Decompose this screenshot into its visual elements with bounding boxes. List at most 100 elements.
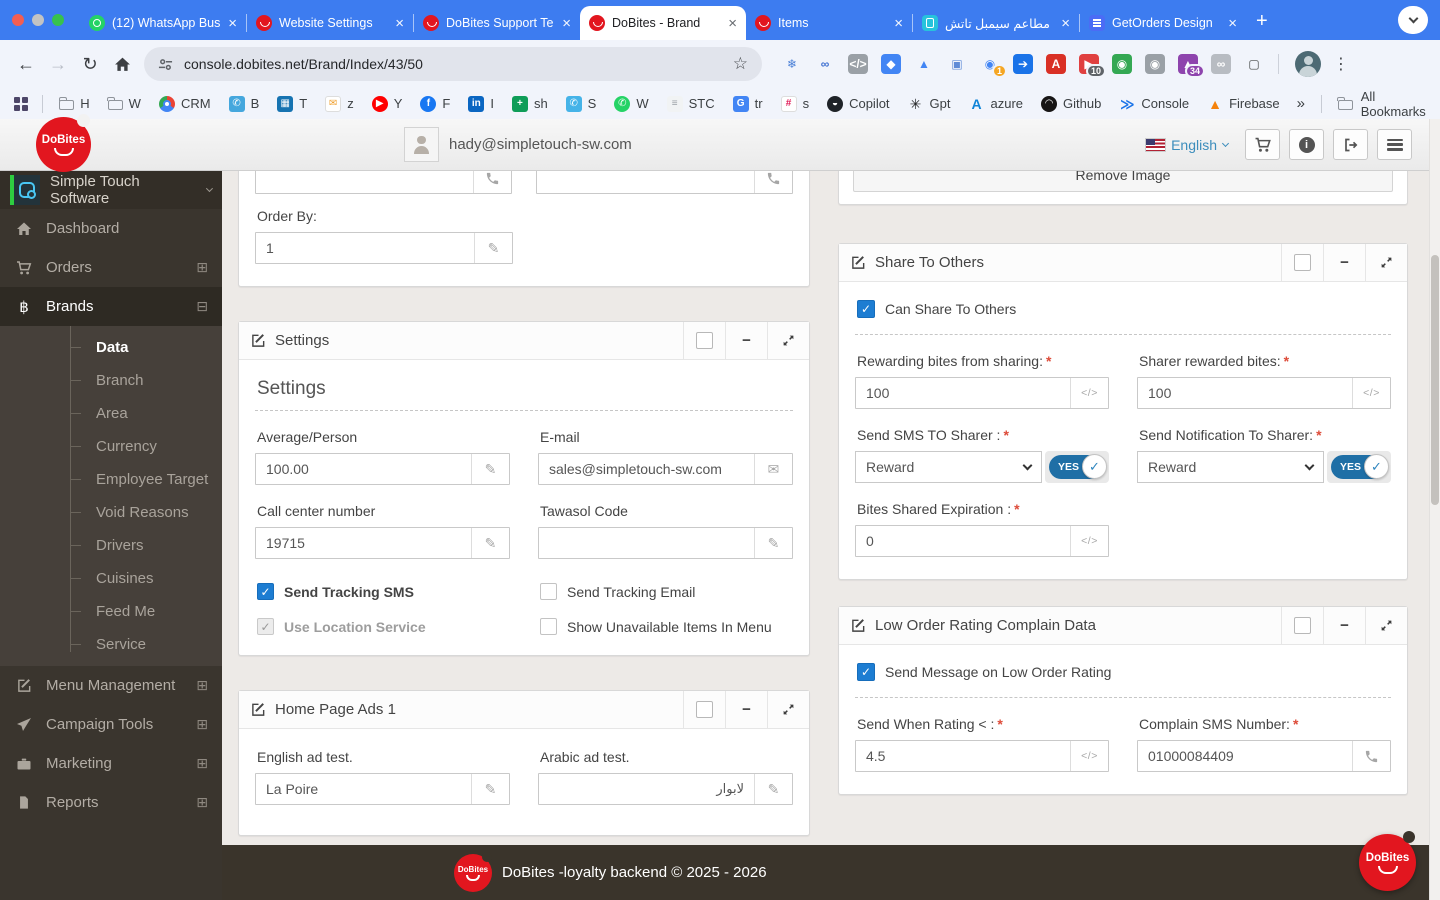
page-scrollbar[interactable] [1429, 119, 1440, 900]
bookmark-h[interactable]: H [50, 96, 98, 111]
bookmark-sh[interactable]: + sh [503, 95, 557, 112]
close-tab-icon[interactable]: × [395, 15, 404, 32]
sidebar-item-branch[interactable]: Branch [0, 364, 222, 397]
english-ad-input[interactable] [256, 774, 471, 804]
close-tab-icon[interactable]: × [894, 15, 903, 32]
code-extension-icon[interactable]: </> [848, 54, 868, 74]
logout-button[interactable] [1333, 129, 1368, 160]
panel-expand-button[interactable] [767, 322, 809, 359]
sidebar-item-cuisines[interactable]: Cuisines [0, 562, 222, 595]
close-tab-icon[interactable]: × [728, 15, 737, 32]
expand-plus-icon[interactable]: ⊞ [196, 259, 208, 276]
panel-checkbox[interactable] [1294, 254, 1311, 271]
bookmark-star-icon[interactable]: ☆ [733, 54, 748, 74]
window-close-button[interactable] [12, 14, 24, 26]
sidebar-item-orders[interactable]: Orders ⊞ [0, 248, 222, 287]
tab-dobites-support-te[interactable]: DoBites Support Te × [414, 6, 580, 40]
panel-select-tool[interactable] [1281, 607, 1323, 644]
panel-expand-button[interactable] [1365, 244, 1407, 281]
browser-menu-button[interactable]: ⋮ [1333, 54, 1349, 74]
bites-expiration-input[interactable] [856, 526, 1070, 556]
tab-12-whatsapp-bus[interactable]: (12) WhatsApp Bus × [80, 6, 246, 40]
bookmark-s[interactable]: # s [772, 95, 819, 112]
apps-grid-icon[interactable] [14, 96, 28, 111]
can-share-checkbox[interactable] [857, 300, 875, 318]
image-extension-icon[interactable]: ▣ [947, 54, 967, 74]
user-avatar-icon[interactable] [404, 127, 439, 162]
tab-dobites-brand[interactable]: DoBites - Brand × [580, 6, 746, 40]
tag-extension-icon[interactable]: ◆ [881, 54, 901, 74]
sidebar-item-reports[interactable]: Reports ⊞ [0, 783, 222, 822]
tab-search-button[interactable] [1398, 6, 1428, 34]
share-extension-icon[interactable]: ➔ [1013, 54, 1033, 74]
bookmark-github[interactable]: ◠ Github [1032, 95, 1110, 112]
video-extension-icon[interactable]: ▶10 [1079, 54, 1106, 78]
expand-plus-icon[interactable]: ⊞ [196, 716, 208, 733]
send-tracking-sms-checkbox[interactable] [257, 583, 274, 600]
bookmark-z[interactable]: ✉ z [316, 95, 363, 112]
new-tab-button[interactable]: + [1256, 10, 1268, 33]
bookmark-s[interactable]: ✆ S [557, 95, 606, 112]
rewarding-bites-input[interactable] [856, 378, 1070, 408]
panel-select-tool[interactable] [1281, 244, 1323, 281]
call-center-input[interactable] [256, 528, 471, 558]
phone-input-1[interactable] [256, 171, 473, 193]
sidebar-item-marketing[interactable]: Marketing ⊞ [0, 744, 222, 783]
sidebar-item-employee-target[interactable]: Employee Target [0, 463, 222, 496]
sidebar-item-service[interactable]: Service [0, 628, 222, 661]
google-ads-extension-icon[interactable]: ▲ [914, 54, 934, 74]
bookmark-w[interactable]: ✆ W [605, 95, 657, 112]
sidebar-brand-selector[interactable]: Simple Touch Software [0, 171, 222, 209]
bookmarks-overflow-button[interactable]: » [1289, 95, 1313, 112]
language-selector[interactable]: English [1145, 137, 1230, 153]
bookmark-t[interactable]: ▦ T [268, 95, 316, 112]
sidebar-item-area[interactable]: Area [0, 397, 222, 430]
bookmark-firebase[interactable]: ▲ Firebase [1198, 96, 1289, 112]
panel-collapse-button[interactable]: − [1323, 607, 1365, 644]
expand-plus-icon[interactable]: ⊞ [196, 677, 208, 694]
close-tab-icon[interactable]: × [562, 15, 571, 32]
bookmark-b[interactable]: ✆ B [220, 95, 269, 112]
sidebar-item-currency[interactable]: Currency [0, 430, 222, 463]
sidebar-item-dashboard[interactable]: Dashboard [0, 209, 222, 248]
sidebar-item-data[interactable]: Data [0, 331, 222, 364]
panel-checkbox[interactable] [696, 332, 713, 349]
link-extension-icon[interactable]: ∞ [1211, 54, 1231, 74]
dobites-floating-logo[interactable]: DoBites [1359, 831, 1416, 891]
send-sms-sharer-toggle[interactable]: YES [1045, 451, 1109, 483]
panel-checkbox[interactable] [696, 701, 713, 718]
infinity-extension-icon[interactable]: ∞ [815, 54, 835, 74]
bookmark-copilot[interactable]: ◒ Copilot [818, 95, 898, 112]
scrollbar-thumb[interactable] [1431, 255, 1439, 505]
reload-button[interactable]: ↻ [74, 47, 106, 81]
sidebar-item-brands[interactable]: ฿ Brands ⊟ [0, 287, 222, 326]
hat-extension-icon[interactable]: ▲34 [1178, 54, 1205, 78]
cart-button[interactable] [1245, 129, 1280, 160]
panel-collapse-button[interactable]: − [1323, 244, 1365, 281]
average-person-input[interactable] [256, 454, 471, 484]
tab-items[interactable]: Items × [746, 6, 912, 40]
complain-sms-input[interactable] [1138, 741, 1352, 771]
window-zoom-button[interactable] [52, 14, 64, 26]
clipboard-extension-icon[interactable]: ▢ [1244, 54, 1264, 74]
bookmark-stc[interactable]: ≡ STC [658, 95, 724, 112]
expand-plus-icon[interactable]: ⊞ [196, 755, 208, 772]
panel-collapse-button[interactable]: − [725, 322, 767, 359]
send-tracking-email-checkbox[interactable] [540, 583, 557, 600]
collapse-minus-icon[interactable]: ⊟ [196, 298, 208, 315]
close-tab-icon[interactable]: × [1228, 15, 1237, 32]
address-bar[interactable]: console.dobites.net/Brand/Index/43/50 ☆ [144, 47, 762, 81]
phone-input-2[interactable] [537, 171, 754, 193]
snowflake-extension-icon[interactable]: ❄ [782, 54, 802, 74]
sharer-bites-input[interactable] [1138, 378, 1352, 408]
robot-camera-extension-icon[interactable]: ◉ [1112, 54, 1132, 74]
panel-select-tool[interactable] [683, 691, 725, 728]
tab-مطاعم-سيمبل-تاتش[interactable]: مطاعم سيمبل تاتش × [913, 6, 1079, 40]
profile-avatar[interactable] [1295, 51, 1321, 77]
url-text[interactable]: console.dobites.net/Brand/Index/43/50 [184, 56, 423, 72]
expand-plus-icon[interactable]: ⊞ [196, 794, 208, 811]
panel-expand-button[interactable] [1365, 607, 1407, 644]
panel-select-tool[interactable] [683, 322, 725, 359]
bookmark-azure[interactable]: Aazure [960, 96, 1033, 112]
tab-getorders-design[interactable]: GetOrders Design × [1080, 6, 1246, 40]
